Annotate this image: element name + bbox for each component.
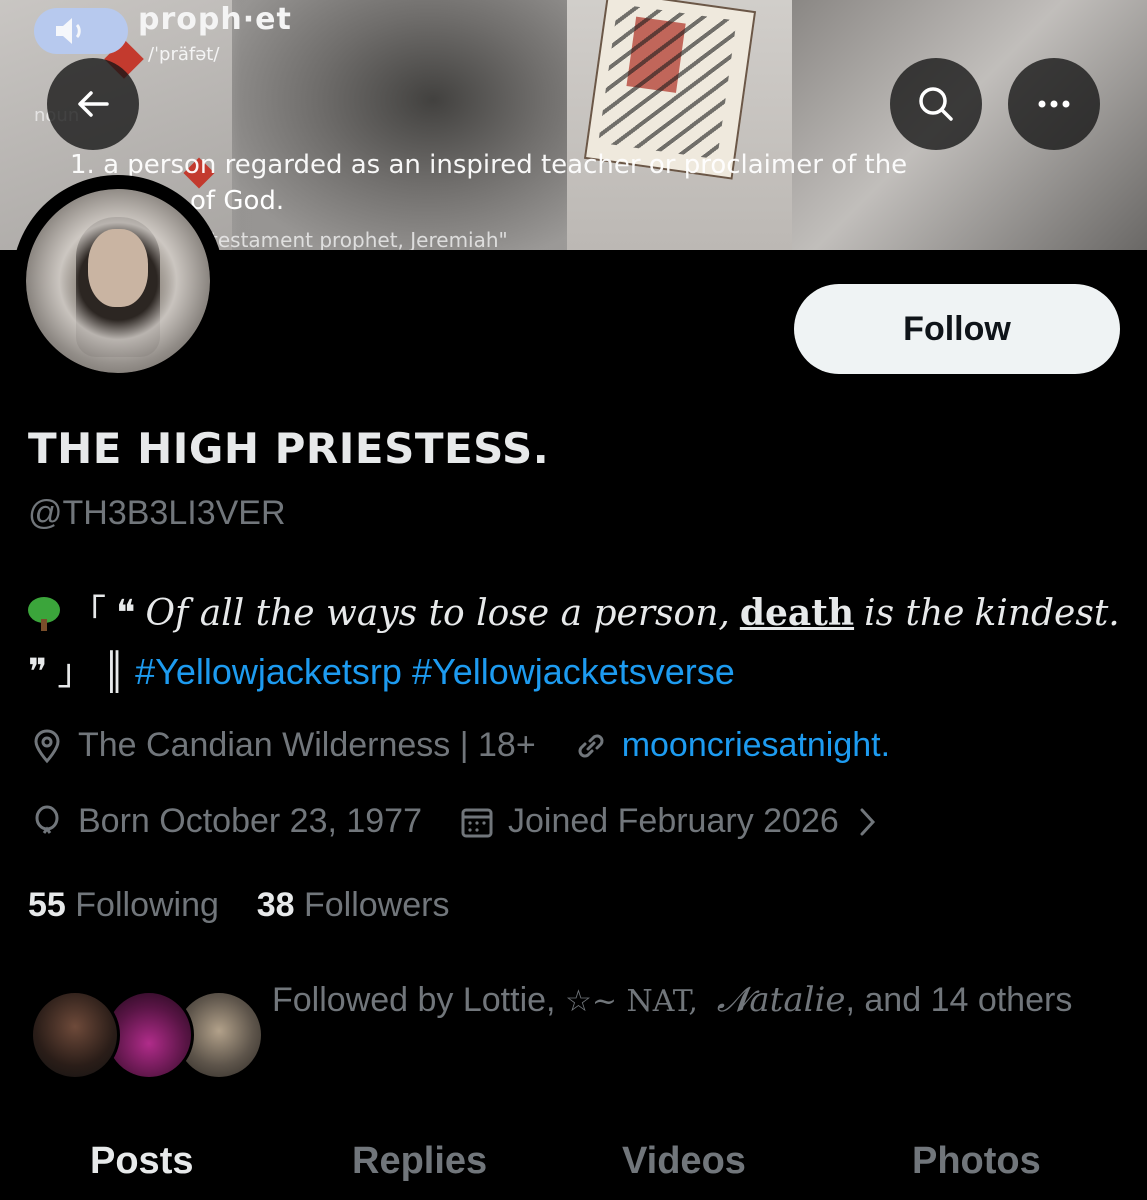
tab-photos[interactable]: Photos (912, 1140, 1041, 1183)
display-name: THE HIGH PRIESTESS. (28, 424, 550, 473)
location-text: The Candian Wilderness | 18+ (78, 726, 536, 764)
followed-by-avatars[interactable] (30, 990, 264, 1080)
more-button[interactable] (1008, 58, 1100, 150)
banner-definition: 1. a person regarded as an inspired teac… (70, 150, 908, 180)
more-horizontal-icon (1038, 100, 1070, 108)
follow-counts: 55 Following 38 Followers (28, 886, 449, 925)
tab-replies[interactable]: Replies (352, 1140, 487, 1183)
profile-bio: 「 ❝ Of all the ways to lose a person, de… (28, 592, 1120, 693)
banner-word: proph·et (138, 2, 292, 37)
avatar (30, 990, 120, 1080)
calendar-icon (461, 808, 493, 837)
balloon-icon (35, 805, 59, 834)
back-button[interactable] (47, 58, 139, 150)
birthday-text: Born October 23, 1977 (78, 802, 423, 840)
followed-by-text[interactable]: Followed by Lottie, ☆~ NAT, 𝓝atalie, and… (272, 968, 1092, 1034)
location-pin-icon (34, 728, 60, 763)
website-link[interactable]: mooncriesatnight. (622, 726, 890, 765)
bio-quote: Of all the ways to lose a person, (145, 593, 730, 634)
user-handle: @TH3B3LI3VER (28, 494, 286, 532)
search-icon (919, 87, 953, 121)
speaker-icon (34, 8, 128, 54)
joined-text: Joined February 2026 (508, 802, 839, 840)
chevron-right-icon[interactable] (849, 803, 887, 841)
profile-dates-row: Born October 23, 1977 Joined February 20… (28, 802, 899, 841)
profile-meta-row: The Candian Wilderness | 18+ mooncriesat… (28, 726, 890, 765)
banner-definition-line2: of God. (190, 186, 285, 216)
hashtag-link[interactable]: #Yellowjacketsrp (135, 651, 402, 692)
avatar-image (26, 189, 210, 373)
tree-emoji-icon (28, 597, 60, 631)
banner-phonetic: /ˈpräfət/ (148, 44, 220, 65)
follow-button[interactable]: Follow (794, 284, 1120, 374)
profile-tabs: Posts Replies Videos Photos (0, 1130, 1147, 1200)
followers-link[interactable]: 38 Followers (257, 886, 450, 924)
profile-avatar[interactable] (12, 175, 224, 387)
tab-videos[interactable]: Videos (622, 1140, 746, 1183)
search-button[interactable] (890, 58, 982, 150)
arrow-left-icon (78, 91, 109, 117)
hashtag-link[interactable]: #Yellowjacketsverse (412, 651, 735, 692)
banner-example: testament prophet, Jeremiah" (210, 228, 508, 250)
link-icon (578, 734, 604, 757)
bio-quote-emphasis: death (739, 592, 855, 634)
following-link[interactable]: 55 Following (28, 886, 219, 924)
tab-posts[interactable]: Posts (90, 1140, 193, 1183)
